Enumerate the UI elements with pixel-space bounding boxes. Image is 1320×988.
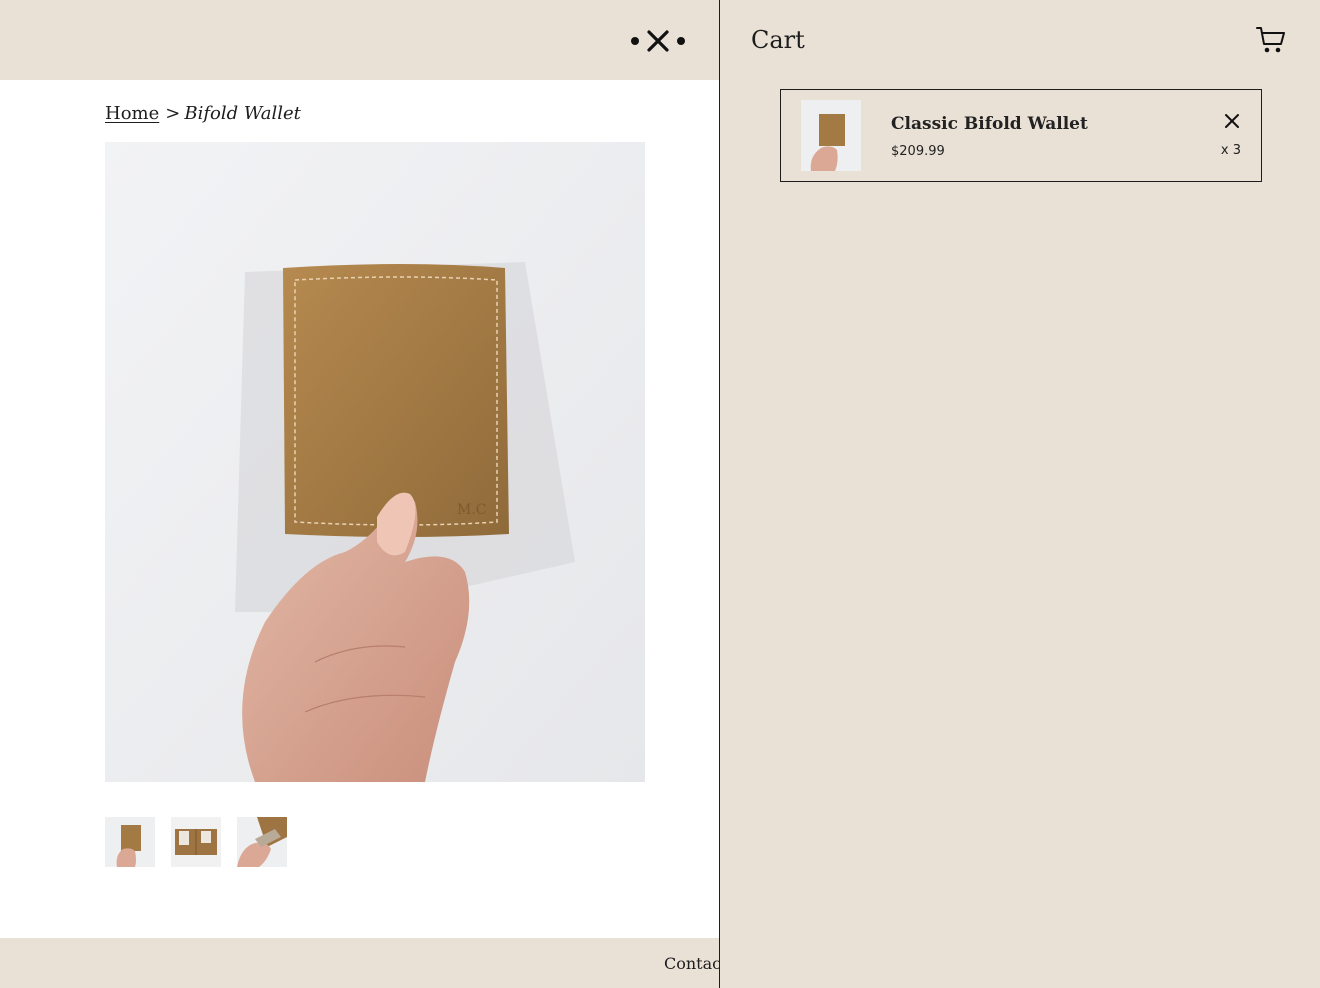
- footer-contact-link[interactable]: Contact: [664, 954, 728, 973]
- logo-cross-icon: [647, 30, 669, 52]
- svg-text:M.C: M.C: [457, 502, 487, 518]
- thumbnail-wallet-side[interactable]: [237, 817, 287, 867]
- site-footer: Contact: [0, 938, 728, 988]
- product-main-image[interactable]: M.C: [105, 142, 645, 782]
- thumbnail-wallet-front[interactable]: [105, 817, 155, 867]
- cart-item-price: $209.99: [891, 144, 945, 159]
- thumbnail-wallet-open[interactable]: [171, 817, 221, 867]
- product-thumbnails: [105, 817, 287, 867]
- logo-dot-icon: [677, 37, 685, 45]
- wallet-open-thumb: [171, 817, 221, 867]
- cart-item-quantity: x 3: [1220, 143, 1241, 158]
- wallet-in-hand-photo: M.C: [105, 142, 645, 782]
- cart-item-thumbnail[interactable]: [801, 100, 861, 171]
- logo-dot-icon: [631, 37, 639, 45]
- close-icon[interactable]: [1224, 113, 1240, 129]
- breadcrumb-separator: >: [165, 103, 181, 124]
- breadcrumb: Home > Bifold Wallet: [105, 103, 301, 125]
- cart-item-name[interactable]: Classic Bifold Wallet: [891, 114, 1088, 134]
- wallet-front-thumb: [801, 100, 861, 171]
- cart-title: Cart: [751, 26, 805, 54]
- breadcrumb-home-link[interactable]: Home: [105, 103, 159, 124]
- site-logo[interactable]: [631, 29, 685, 53]
- site-header: [0, 0, 720, 80]
- cart-drawer: Cart Classic Bifold Wallet $209.99 x 3: [719, 0, 1320, 988]
- breadcrumb-current: Bifold Wallet: [184, 103, 301, 124]
- cart-item: Classic Bifold Wallet $209.99 x 3: [780, 89, 1262, 182]
- wallet-front-thumb: [105, 817, 155, 867]
- cart-icon[interactable]: [1255, 24, 1287, 56]
- wallet-side-thumb: [237, 817, 287, 867]
